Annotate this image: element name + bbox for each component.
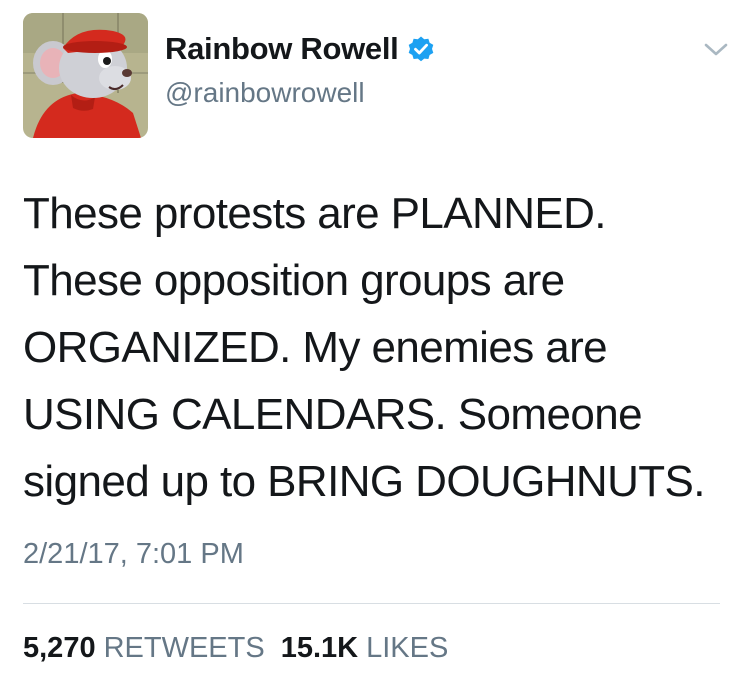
author-name-row: Rainbow Rowell xyxy=(165,30,435,68)
verified-badge-icon xyxy=(409,36,434,62)
likes-stat[interactable]: 15.1K LIKES xyxy=(281,630,449,666)
avatar[interactable] xyxy=(23,13,148,138)
likes-count: 15.1K xyxy=(280,632,359,664)
author-handle[interactable]: @rainbowrowell xyxy=(165,76,365,110)
tweet-card: Rainbow Rowell @rainbowrowell These prot… xyxy=(0,0,750,686)
tweet-timestamp[interactable]: 2/21/17, 7:01 PM xyxy=(23,536,244,572)
likes-label: LIKES xyxy=(366,632,449,664)
retweets-count: 5,270 xyxy=(23,632,96,664)
chevron-down-icon[interactable] xyxy=(703,42,729,58)
tweet-stats: 5,270 RETWEETS 15.1K LIKES xyxy=(23,630,448,666)
divider xyxy=(23,603,720,604)
retweets-stat[interactable]: 5,270 RETWEETS xyxy=(23,630,265,666)
cartoon-mouse-avatar-icon xyxy=(23,13,148,138)
retweets-label: RETWEETS xyxy=(103,632,265,664)
tweet-text: These protests are PLANNED. These opposi… xyxy=(23,189,706,506)
author-display-name[interactable]: Rainbow Rowell xyxy=(165,30,399,68)
